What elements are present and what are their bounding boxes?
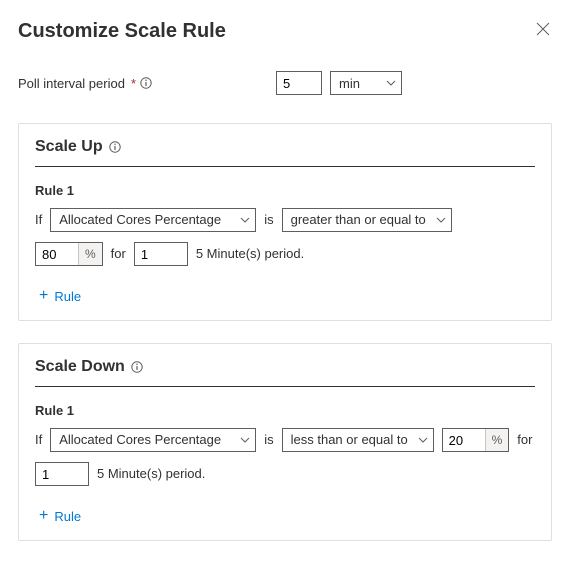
scale-up-metric-select[interactable]: Allocated Cores Percentage	[50, 208, 256, 232]
poll-interval-row: Poll interval period * min	[18, 71, 552, 95]
scale-up-operator-value: greater than or equal to	[291, 208, 426, 232]
add-rule-label: Rule	[54, 289, 81, 304]
required-asterisk: *	[131, 76, 136, 91]
info-icon[interactable]	[109, 141, 121, 153]
page-title: Customize Scale Rule	[18, 20, 226, 43]
scale-up-heading: Scale Up	[35, 138, 103, 156]
info-icon[interactable]	[131, 361, 143, 373]
scale-up-panel: Scale Up Rule 1 If Allocated Cores Perce…	[18, 123, 552, 321]
is-label: is	[264, 428, 273, 452]
scale-up-operator-select[interactable]: greater than or equal to	[282, 208, 452, 232]
scale-up-rule-title: Rule 1	[35, 183, 535, 198]
close-icon[interactable]	[534, 20, 552, 38]
period-text: 5 Minute(s) period.	[97, 462, 205, 486]
scale-down-threshold-input[interactable]	[443, 429, 485, 451]
percent-suffix: %	[485, 429, 509, 451]
scale-down-period-count-input[interactable]	[35, 462, 89, 486]
for-label: for	[517, 428, 532, 452]
percent-suffix: %	[78, 243, 102, 265]
period-text: 5 Minute(s) period.	[196, 242, 304, 266]
plus-icon: +	[39, 288, 48, 304]
scale-down-heading: Scale Down	[35, 358, 125, 376]
chevron-down-icon	[418, 437, 428, 443]
plus-icon: +	[39, 508, 48, 524]
scale-down-operator-value: less than or equal to	[291, 428, 408, 452]
scale-down-threshold-field[interactable]: %	[442, 428, 510, 452]
poll-interval-input[interactable]	[276, 71, 322, 95]
scale-up-threshold-field[interactable]: %	[35, 242, 103, 266]
scale-down-add-rule-button[interactable]: + Rule	[35, 504, 85, 526]
scale-up-threshold-input[interactable]	[36, 243, 78, 265]
poll-unit-value: min	[339, 76, 360, 91]
chevron-down-icon	[436, 217, 446, 223]
chevron-down-icon	[240, 437, 250, 443]
scale-down-rule-title: Rule 1	[35, 403, 535, 418]
poll-interval-label: Poll interval period	[18, 76, 125, 91]
scale-up-metric-value: Allocated Cores Percentage	[59, 208, 221, 232]
chevron-down-icon	[386, 80, 396, 86]
scale-down-metric-select[interactable]: Allocated Cores Percentage	[50, 428, 256, 452]
is-label: is	[264, 208, 273, 232]
scale-up-add-rule-button[interactable]: + Rule	[35, 284, 85, 306]
for-label: for	[111, 242, 126, 266]
scale-up-period-count-input[interactable]	[134, 242, 188, 266]
if-label: If	[35, 208, 42, 232]
scale-down-panel: Scale Down Rule 1 If Allocated Cores Per…	[18, 343, 552, 541]
info-icon[interactable]	[140, 77, 152, 89]
if-label: If	[35, 428, 42, 452]
chevron-down-icon	[240, 217, 250, 223]
poll-unit-select[interactable]: min	[330, 71, 402, 95]
scale-down-operator-select[interactable]: less than or equal to	[282, 428, 434, 452]
add-rule-label: Rule	[54, 509, 81, 524]
scale-down-metric-value: Allocated Cores Percentage	[59, 428, 221, 452]
